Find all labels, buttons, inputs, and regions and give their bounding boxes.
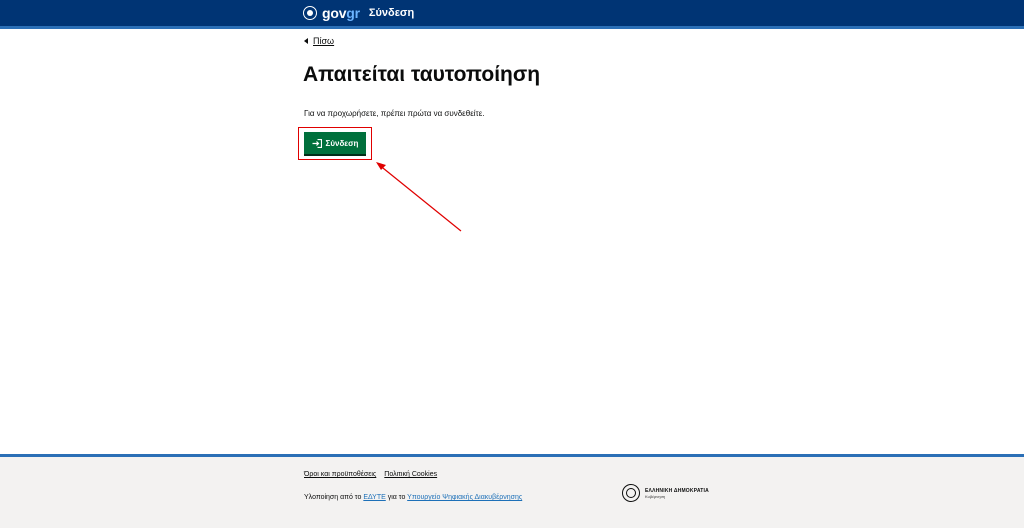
credit-org-link[interactable]: ΕΔΥΤΕ [363,494,385,501]
brand-logo[interactable]: gov gr Σύνδεση [303,4,414,22]
back-link[interactable]: Πίσω [304,36,334,46]
credit-ministry-link[interactable]: Υπουργείο Ψηφιακής Διακυβέρνησης [407,494,522,501]
header-title: Σύνδεση [368,7,415,19]
greek-emblem-icon [303,6,317,20]
hellenic-republic-seal-icon [622,484,640,502]
footer-stripe [0,454,1024,457]
page-title: Απαιτείται ταυτοποίηση [303,63,541,86]
instruction-text: Για να προχωρήσετε, πρέπει πρώτα να συνδ… [304,109,485,118]
footer-link-terms[interactable]: Όροι και προϋποθέσεις [304,471,376,478]
footer-credit: Υλοποίηση από το ΕΔΥΤΕ για το Υπουργείο … [304,494,522,501]
footer-link-cookies[interactable]: Πολιτική Cookies [384,471,437,478]
caret-left-icon [304,38,308,44]
credit-middle: για το [387,494,406,501]
brand-gr-text: gr [346,5,360,21]
back-link-label[interactable]: Πίσω [313,36,334,46]
footer: Όροι και προϋποθέσεις Πολιτική Cookies Υ… [0,454,1024,528]
header-bar: gov gr Σύνδεση [0,0,1024,26]
credit-prefix: Υλοποίηση από το [304,494,362,501]
header-stripe [0,26,1024,29]
logo-subtitle: Κυβέρνηση [645,493,666,499]
brand-gov-text: gov [322,5,347,21]
annotation-highlight-box [298,127,372,160]
footer-links: Όροι και προϋποθέσεις Πολιτική Cookies [304,471,437,478]
hellenic-republic-logo: ΕΛΛΗΝΙΚΗ ΔΗΜΟΚΡΑΤΙΑ Κυβέρνηση [622,484,709,502]
annotation-arrow [376,162,462,232]
